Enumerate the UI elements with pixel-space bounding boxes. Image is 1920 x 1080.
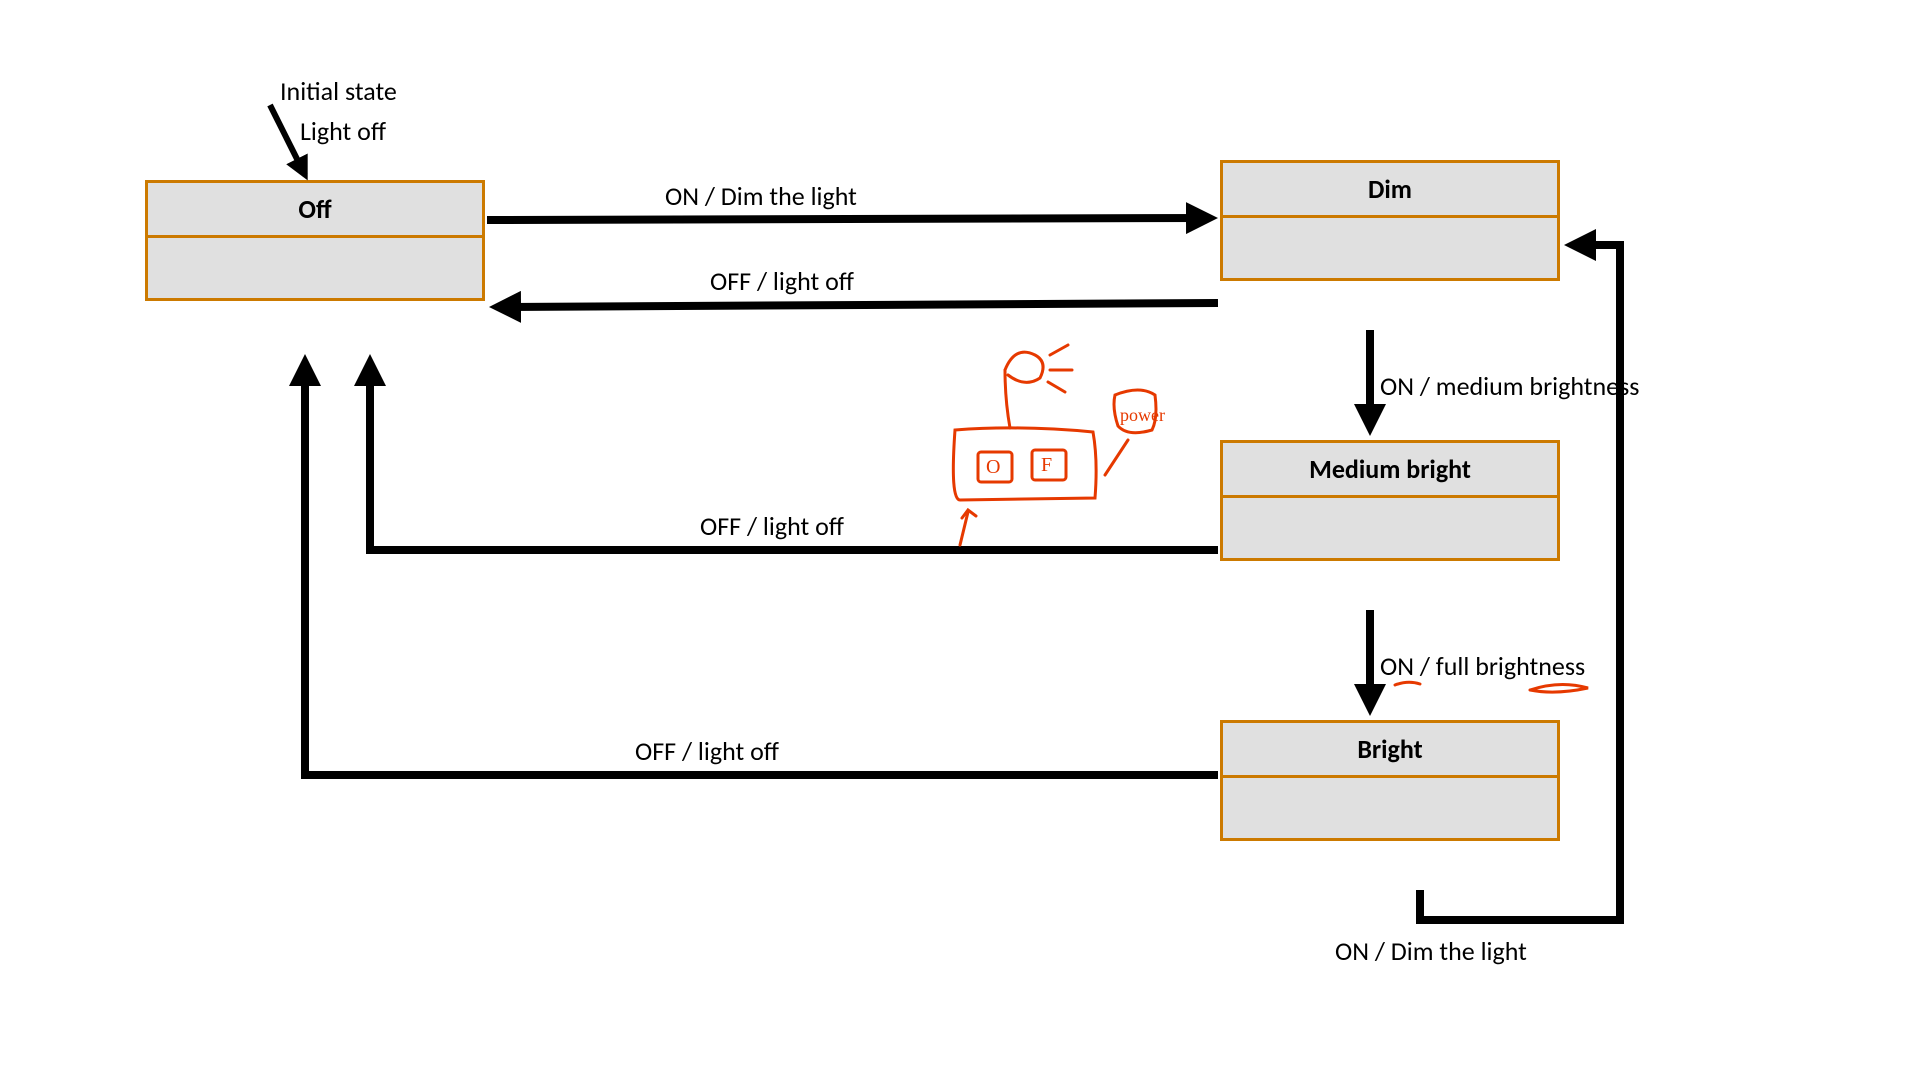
transition-bright-to-off: OFF / light off bbox=[635, 735, 779, 767]
arrow-layer bbox=[0, 0, 1920, 1080]
sketch-f-label: F bbox=[1041, 454, 1052, 477]
state-dim-title: Dim bbox=[1223, 163, 1557, 218]
initial-state-label: Initial state bbox=[280, 75, 397, 107]
light-off-label: Light off bbox=[300, 115, 386, 147]
state-diagram: Initial state Light off Off Dim Medium b… bbox=[0, 0, 1920, 1080]
state-bright: Bright bbox=[1220, 720, 1560, 841]
state-bright-title: Bright bbox=[1223, 723, 1557, 778]
transition-medium-to-bright: ON / full brightness bbox=[1380, 650, 1585, 682]
sketch-power-label: power bbox=[1120, 405, 1165, 426]
transition-dim-to-off: OFF / light off bbox=[710, 265, 854, 297]
sketch-o-label: O bbox=[986, 456, 1000, 479]
transition-off-to-dim: ON / Dim the light bbox=[665, 180, 857, 212]
transition-dim-to-medium: ON / medium brightness bbox=[1380, 370, 1639, 402]
state-medium: Medium bright bbox=[1220, 440, 1560, 561]
state-bright-body bbox=[1223, 778, 1557, 838]
state-dim: Dim bbox=[1220, 160, 1560, 281]
state-medium-title: Medium bright bbox=[1223, 443, 1557, 498]
state-off-title: Off bbox=[148, 183, 482, 238]
transition-medium-to-off: OFF / light off bbox=[700, 510, 844, 542]
state-off: Off bbox=[145, 180, 485, 301]
state-medium-body bbox=[1223, 498, 1557, 558]
transition-bright-to-dim: ON / Dim the light bbox=[1335, 935, 1527, 967]
state-dim-body bbox=[1223, 218, 1557, 278]
state-off-body bbox=[148, 238, 482, 298]
